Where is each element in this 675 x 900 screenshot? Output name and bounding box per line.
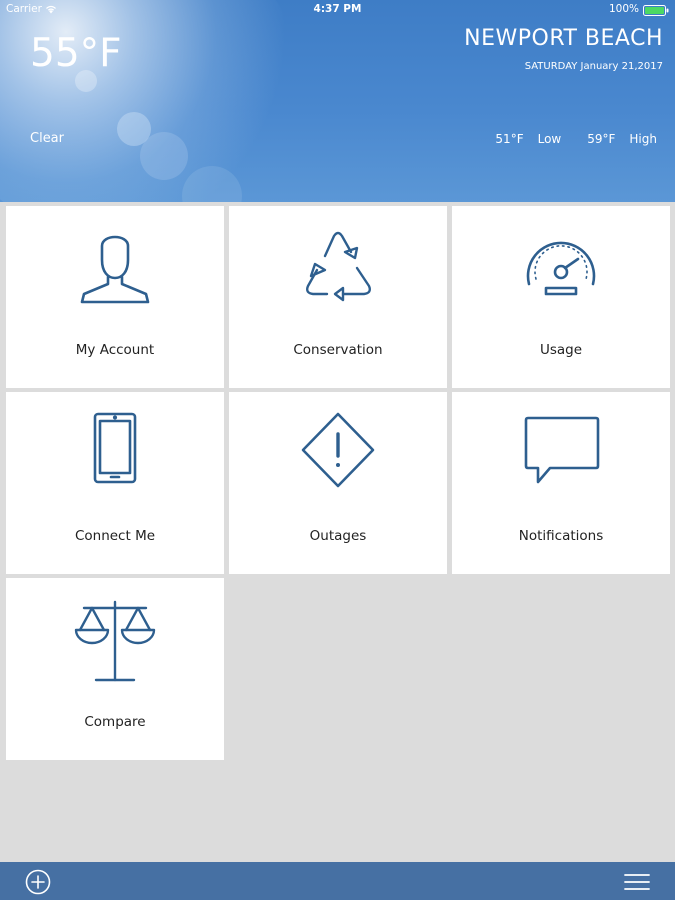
tile-my-account[interactable]: My Account <box>6 206 224 388</box>
low-temperature: 51°F <box>495 132 524 146</box>
tablet-icon <box>93 412 137 484</box>
bottom-toolbar <box>0 862 675 900</box>
scale-icon <box>74 600 156 682</box>
current-temperature: 55°F <box>30 31 122 76</box>
user-icon <box>80 235 150 304</box>
tile-label: My Account <box>75 342 155 358</box>
temperature-range: 51°F Low 59°F High <box>495 132 657 146</box>
city-name: NEWPORT BEACH <box>464 26 663 51</box>
battery-percent: 100% <box>608 3 639 15</box>
menu-icon[interactable] <box>623 871 651 893</box>
weather-condition: Clear <box>30 131 64 146</box>
status-time: 4:37 PM <box>313 3 362 15</box>
high-temperature: 59°F <box>587 132 616 146</box>
tile-notifications[interactable]: Notifications <box>452 392 670 574</box>
high-label: High <box>629 132 657 146</box>
tile-usage[interactable]: Usage <box>452 206 670 388</box>
current-date: SATURDAY January 21,2017 <box>524 61 663 72</box>
tile-label: Outages <box>309 528 367 544</box>
tile-label: Connect Me <box>74 528 156 544</box>
tile-label: Compare <box>84 714 146 730</box>
tile-outages[interactable]: Outages <box>229 392 447 574</box>
tile-label: Conservation <box>293 342 383 358</box>
tile-label: Usage <box>539 342 583 358</box>
tile-conservation[interactable]: Conservation <box>229 206 447 388</box>
tile-connect-me[interactable]: Connect Me <box>6 392 224 574</box>
tile-label: Notifications <box>518 528 604 544</box>
recycle-icon <box>305 231 372 302</box>
chat-bubble-icon <box>524 416 600 484</box>
speedometer-icon <box>526 241 596 296</box>
battery-icon <box>643 5 669 16</box>
add-circle-icon[interactable] <box>25 869 51 895</box>
warning-icon <box>301 412 375 488</box>
status-bar: Carrier 4:37 PM 100% <box>0 0 675 20</box>
tile-compare[interactable]: Compare <box>6 578 224 760</box>
weather-header: Carrier 4:37 PM 100% 55°F NEWPORT BEACH … <box>0 0 675 202</box>
low-label: Low <box>537 132 562 146</box>
